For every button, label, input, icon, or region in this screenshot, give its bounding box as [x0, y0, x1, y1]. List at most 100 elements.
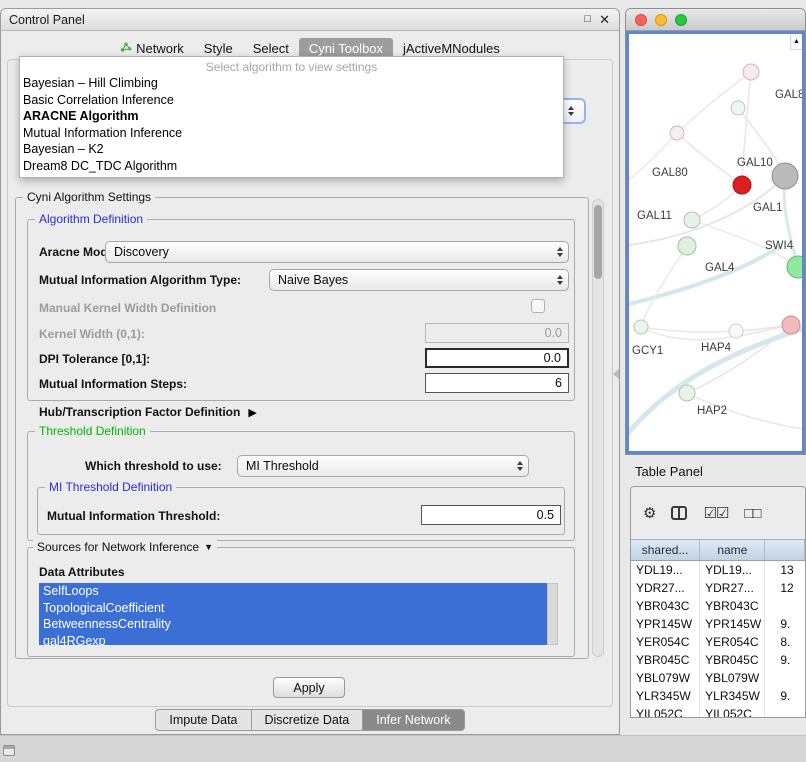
dropdown-arrows-icon — [513, 461, 528, 471]
bottom-tab-discretize-data[interactable]: Discretize Data — [252, 709, 364, 731]
table-row[interactable]: YPR145WYPR145W9. — [631, 615, 805, 633]
table-row[interactable]: YLR345WYLR345W9. — [631, 687, 805, 705]
table-cell: YER054C — [700, 633, 765, 651]
attribute-item-betweennesscentrality[interactable]: BetweennessCentrality — [39, 616, 547, 633]
algorithm-option-aracne-algorithm[interactable]: ARACNE Algorithm — [20, 108, 563, 125]
mi-threshold-field[interactable]: 0.5 — [421, 505, 561, 525]
mi-steps-label: Mutual Information Steps: — [39, 377, 187, 392]
table-row[interactable]: YDL19...YDL19...13 — [631, 561, 805, 579]
table-row[interactable]: YIL052CYIL052C — [631, 705, 805, 718]
node-label: GAL80 — [652, 167, 688, 179]
node-label: SWI4 — [765, 240, 794, 252]
column-header-blank[interactable] — [765, 540, 805, 560]
table-settings-gear-icon[interactable]: ⚙ — [643, 506, 655, 521]
select-all-checkboxes-icon[interactable]: ☑☑ — [703, 506, 728, 521]
apply-button[interactable]: Apply — [273, 677, 345, 698]
bottom-strip — [0, 735, 806, 762]
which-threshold-select[interactable]: MI Threshold — [237, 455, 529, 477]
table-cell: YDR27... — [700, 579, 765, 597]
close-window-icon[interactable]: ✕ — [599, 12, 610, 28]
float-window-icon[interactable]: □ — [584, 13, 591, 25]
aracne-mode-select[interactable]: Discovery — [105, 241, 569, 263]
table-row[interactable]: YER054CYER054C8. — [631, 633, 805, 651]
attributes-scrollbar[interactable] — [547, 583, 558, 645]
node-label: HAP2 — [697, 405, 727, 417]
hub-section-toggle[interactable]: Hub/Transcription Factor Definition ▶ — [39, 405, 257, 419]
mi-steps-field[interactable]: 6 — [425, 373, 569, 393]
network-graph[interactable]: GAL8GAL80GAL10GAL11GAL1SWI4GAL4GCY1HAP4H… — [629, 34, 804, 454]
attribute-item-gal4rgexp[interactable]: gal4RGexp — [39, 633, 547, 646]
network-node[interactable] — [731, 101, 745, 115]
hub-section-label: Hub/Transcription Factor Definition — [39, 405, 240, 419]
network-node[interactable] — [634, 320, 648, 334]
network-node[interactable] — [684, 212, 700, 228]
sources-section-label: Sources for Network Inference — [37, 540, 199, 554]
scrollbar-thumb[interactable] — [594, 205, 602, 279]
table-row[interactable]: YBR043CYBR043C — [631, 597, 805, 615]
scroll-up-icon[interactable]: ▲ — [791, 34, 802, 49]
table-cell: YBR045C — [631, 651, 700, 669]
table-row[interactable]: YDR27...YDR27...12 — [631, 579, 805, 597]
network-titlebar[interactable] — [626, 9, 805, 31]
minimized-panel-icon[interactable] — [3, 745, 15, 756]
table-row[interactable]: YBR045CYBR045C9. — [631, 651, 805, 669]
algorithm-option-bayesian-k2[interactable]: Bayesian – K2 — [20, 141, 563, 158]
table-body: YDL19...YDL19...13YDR27...YDR27...12YBR0… — [631, 561, 805, 718]
split-pane-handle[interactable] — [612, 366, 620, 382]
table-cell: 9. — [765, 615, 805, 633]
attribute-item-selfloops[interactable]: SelfLoops — [39, 583, 547, 600]
bottom-tab-impute-data[interactable]: Impute Data — [155, 709, 251, 731]
sources-section-toggle[interactable]: Sources for Network Inference ▼ — [33, 540, 217, 554]
traffic-light-minimize[interactable] — [655, 14, 667, 26]
control-panel-titlebar[interactable]: Control Panel □ ✕ — [1, 9, 619, 31]
table-cell: YLR345W — [631, 687, 700, 705]
network-node[interactable] — [787, 256, 804, 278]
network-node[interactable] — [679, 385, 695, 401]
data-attributes-label: Data Attributes — [39, 565, 125, 580]
network-node[interactable] — [670, 126, 684, 140]
node-label: HAP4 — [701, 342, 732, 354]
mi-type-value: Naive Bayes — [270, 273, 553, 287]
table-cell: YLR345W — [700, 687, 765, 705]
attributes-list[interactable]: SelfLoopsTopologicalCoefficientBetweenne… — [39, 583, 547, 645]
popup-prompt: Select algorithm to view settings — [20, 59, 563, 75]
mi-type-select[interactable]: Naive Bayes — [269, 269, 569, 291]
traffic-light-zoom[interactable] — [675, 14, 687, 26]
dpi-tolerance-label: DPI Tolerance [0,1]: — [39, 352, 150, 367]
bottom-tab-infer-network[interactable]: Infer Network — [363, 709, 464, 731]
manual-kernel-label: Manual Kernel Width Definition — [39, 301, 216, 316]
mi-threshold-group-title: MI Threshold Definition — [45, 480, 176, 494]
manual-kernel-checkbox[interactable] — [531, 299, 545, 313]
algorithm-popup: Select algorithm to view settings Bayesi… — [19, 56, 564, 178]
network-canvas[interactable]: GAL8GAL80GAL10GAL11GAL1SWI4GAL4GCY1HAP4H… — [626, 31, 805, 454]
dpi-tolerance-field[interactable]: 0.0 — [425, 348, 569, 368]
column-chooser-icon[interactable] — [671, 506, 687, 520]
table-cell: YIL052C — [700, 705, 765, 718]
network-node[interactable] — [733, 176, 751, 194]
table-row[interactable]: YBL079WYBL079W — [631, 669, 805, 687]
desktop: Control Panel □ ✕ NetworkStyleSelectCyni… — [0, 0, 806, 762]
tab-label: Style — [204, 41, 233, 56]
algorithm-option-mutual-information-inference[interactable]: Mutual Information Inference — [20, 125, 563, 142]
canvas-scrollbar[interactable]: ▲ — [790, 34, 802, 50]
column-header-name[interactable]: name — [700, 540, 765, 560]
network-node[interactable] — [782, 316, 800, 334]
network-node[interactable] — [678, 237, 696, 255]
network-node[interactable] — [743, 64, 759, 80]
table-toolbar: ⚙ ☑☑ □□ — [631, 487, 805, 539]
table-cell — [765, 597, 805, 615]
algorithm-option-dream8-dc-tdc-algorithm[interactable]: Dream8 DC_TDC Algorithm — [20, 158, 563, 175]
column-header-shared[interactable]: shared... — [631, 540, 700, 560]
attribute-item-topologicalcoefficient[interactable]: TopologicalCoefficient — [39, 600, 547, 617]
algorithm-option-bayesian-hill-climbing[interactable]: Bayesian – Hill Climbing — [20, 75, 563, 92]
settings-scrollbar[interactable] — [592, 199, 604, 657]
traffic-light-close[interactable] — [635, 14, 647, 26]
network-node[interactable] — [729, 324, 743, 338]
kernel-width-field[interactable]: 0.0 — [425, 323, 569, 343]
algorithm-option-basic-correlation-inference[interactable]: Basic Correlation Inference — [20, 92, 563, 109]
table-cell: YPR145W — [700, 615, 765, 633]
deselect-all-checkboxes-icon[interactable]: □□ — [744, 506, 760, 521]
table-cell: 8. — [765, 633, 805, 651]
network-node[interactable] — [772, 163, 798, 189]
collapse-arrow-icon: ▼ — [204, 542, 213, 552]
